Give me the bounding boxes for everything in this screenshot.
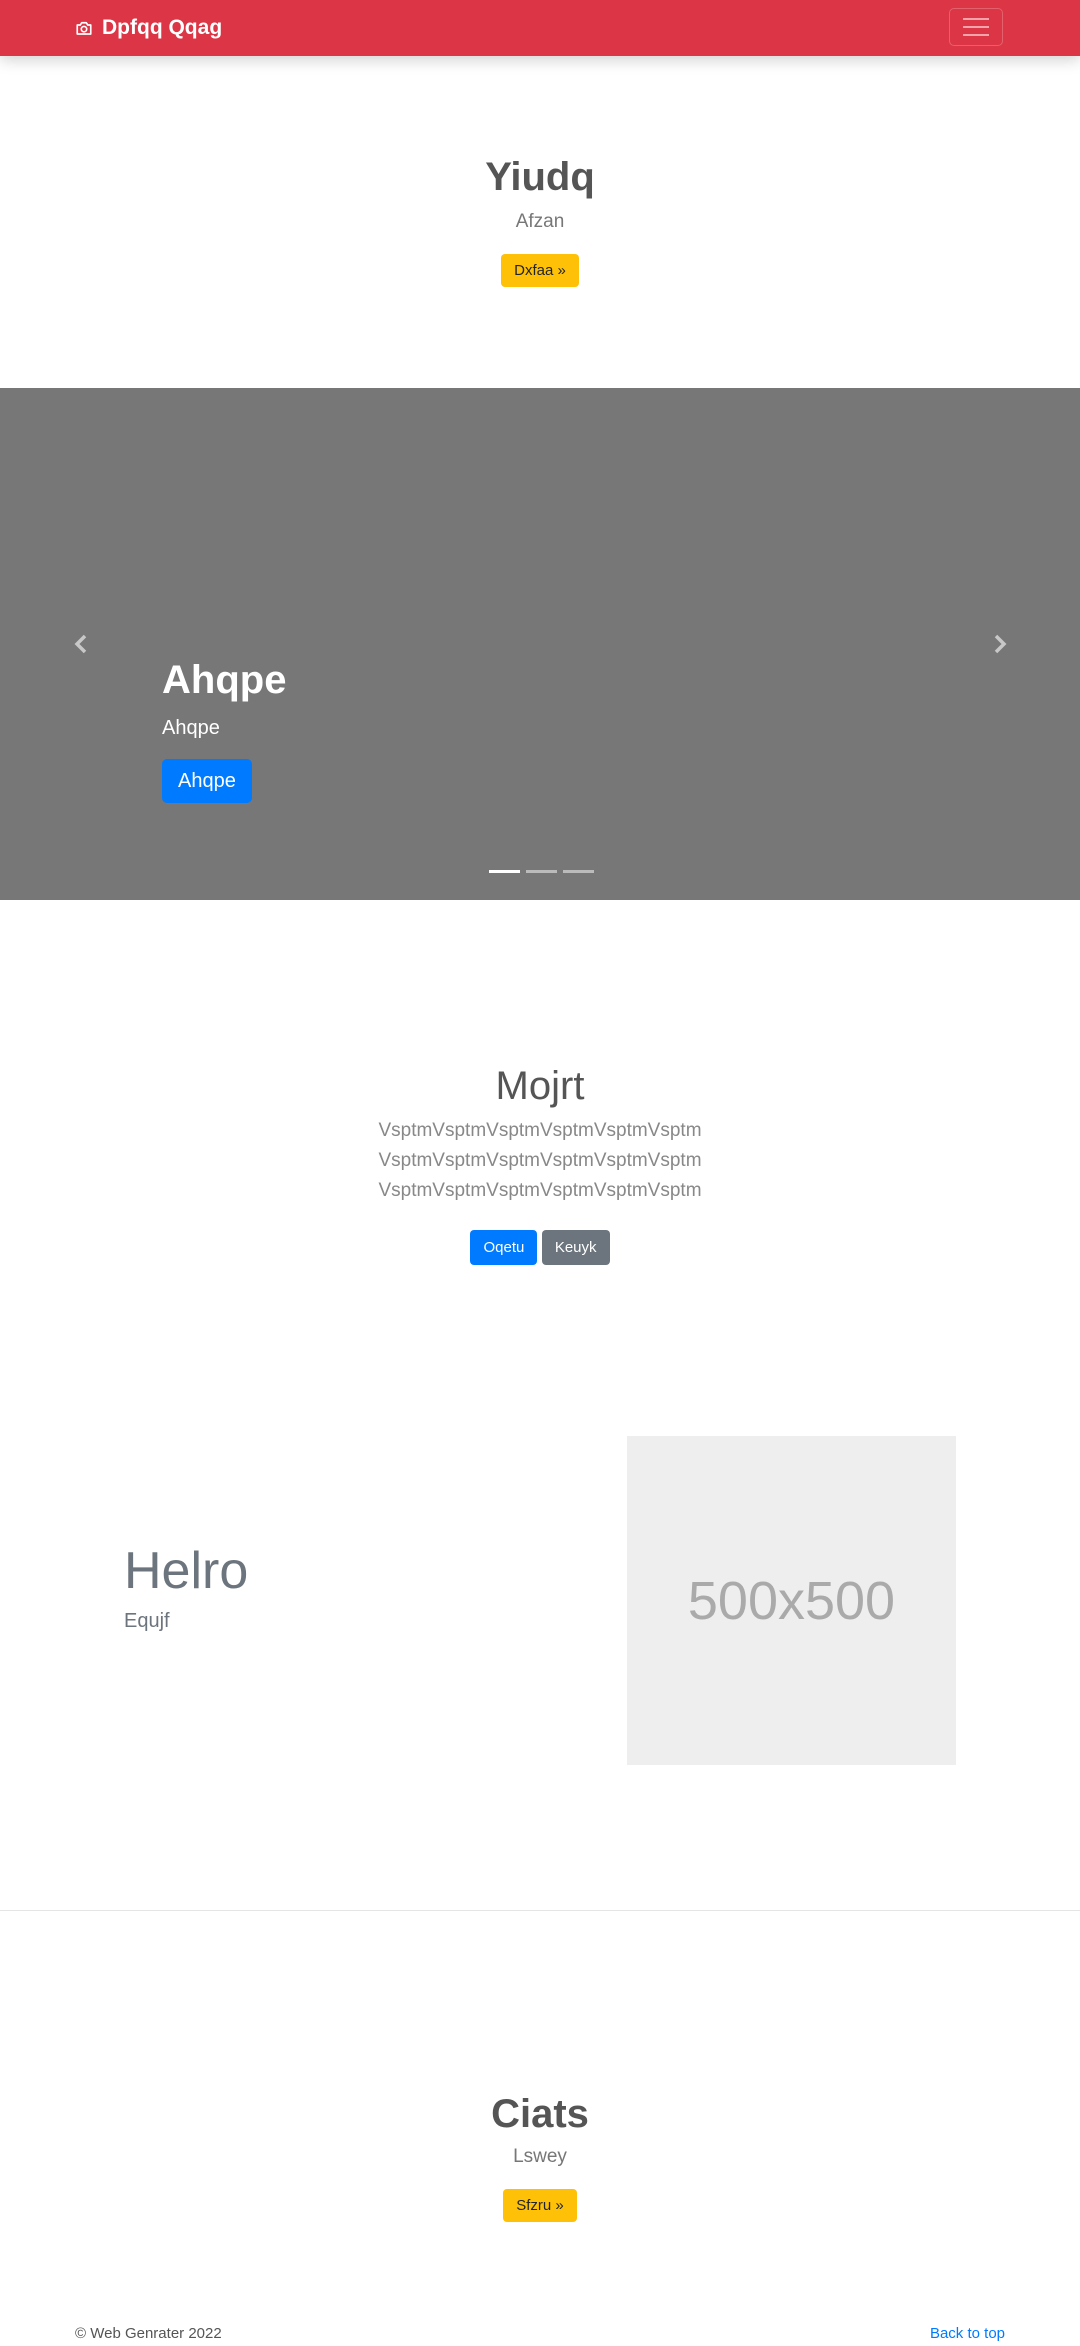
cta-title-wrap: Ciats [0, 2094, 1080, 2134]
cta-button[interactable]: Sfzru » [503, 2189, 577, 2222]
intro-text: VsptmVsptmVsptmVsptmVsptmVsptm VsptmVspt… [0, 1116, 1080, 1206]
feature-title: Helro [124, 1542, 249, 1600]
back-to-top-link[interactable]: Back to top [930, 2325, 1005, 2342]
hero-subtitle-wrap: Afzan [0, 211, 1080, 233]
hero-button[interactable]: Dxfaa » [501, 254, 579, 287]
cta-subtitle: Lswey [513, 2146, 567, 2167]
footer-copyright: © Web Genrater 2022 [75, 2325, 222, 2342]
cta-title: Ciats [491, 2092, 589, 2136]
hero-title: Yiudq [485, 155, 595, 199]
section-divider [0, 1910, 1080, 1911]
intro-secondary-button[interactable]: Keuyk [541, 1230, 610, 1265]
carousel-next-button[interactable] [990, 634, 1010, 654]
intro-text-line: VsptmVsptmVsptmVsptmVsptmVsptm [378, 1180, 702, 1201]
carousel-button[interactable]: Ahqpe [162, 759, 252, 803]
carousel-indicator-3[interactable] [563, 870, 594, 873]
hero-subtitle: Afzan [515, 211, 565, 232]
cta-subtitle-wrap: Lswey [0, 2146, 1080, 2168]
hamburger-icon-bar [963, 26, 989, 28]
carousel-prev-button[interactable] [71, 634, 91, 654]
carousel-indicator-2[interactable] [526, 870, 557, 873]
carousel-indicator-1[interactable] [489, 870, 520, 873]
intro-text-line: VsptmVsptmVsptmVsptmVsptmVsptm [378, 1150, 702, 1171]
hamburger-icon-bar [963, 18, 989, 20]
feature-image-placeholder: 500x500 [627, 1436, 956, 1765]
feature-subtitle: Equjf [124, 1610, 170, 1632]
navbar-brand[interactable]: Dpfqq Qqag [75, 0, 222, 56]
intro-text-line: VsptmVsptmVsptmVsptmVsptmVsptm [378, 1120, 702, 1141]
carousel-caption: Ahqpe Ahqpe Ahqpe [162, 660, 286, 803]
hamburger-icon-bar [963, 34, 989, 36]
carousel-indicators [489, 870, 594, 873]
navbar: Dpfqq Qqag [0, 0, 1080, 56]
hero-button-wrap: Dxfaa » [0, 254, 1080, 287]
intro-primary-button[interactable]: Oqetu [470, 1230, 538, 1265]
intro-buttons: Oqetu Keuyk [0, 1230, 1080, 1265]
navbar-toggler[interactable] [949, 8, 1003, 46]
cta-button-wrap: Sfzru » [0, 2189, 1080, 2222]
brand-name: Dpfqq Qqag [102, 16, 223, 39]
intro-title-wrap: Mojrt [0, 1066, 1080, 1106]
intro-title: Mojrt [495, 1064, 585, 1108]
chevron-left-icon [74, 634, 87, 654]
carousel-title: Ahqpe [162, 658, 287, 702]
carousel: Ahqpe Ahqpe Ahqpe [0, 388, 1080, 900]
hero-section: Yiudq [0, 157, 1080, 197]
placeholder-label: 500x500 [687, 1570, 896, 1631]
camera-icon [76, 21, 92, 35]
chevron-right-icon [994, 634, 1007, 654]
carousel-text: Ahqpe [162, 717, 220, 739]
